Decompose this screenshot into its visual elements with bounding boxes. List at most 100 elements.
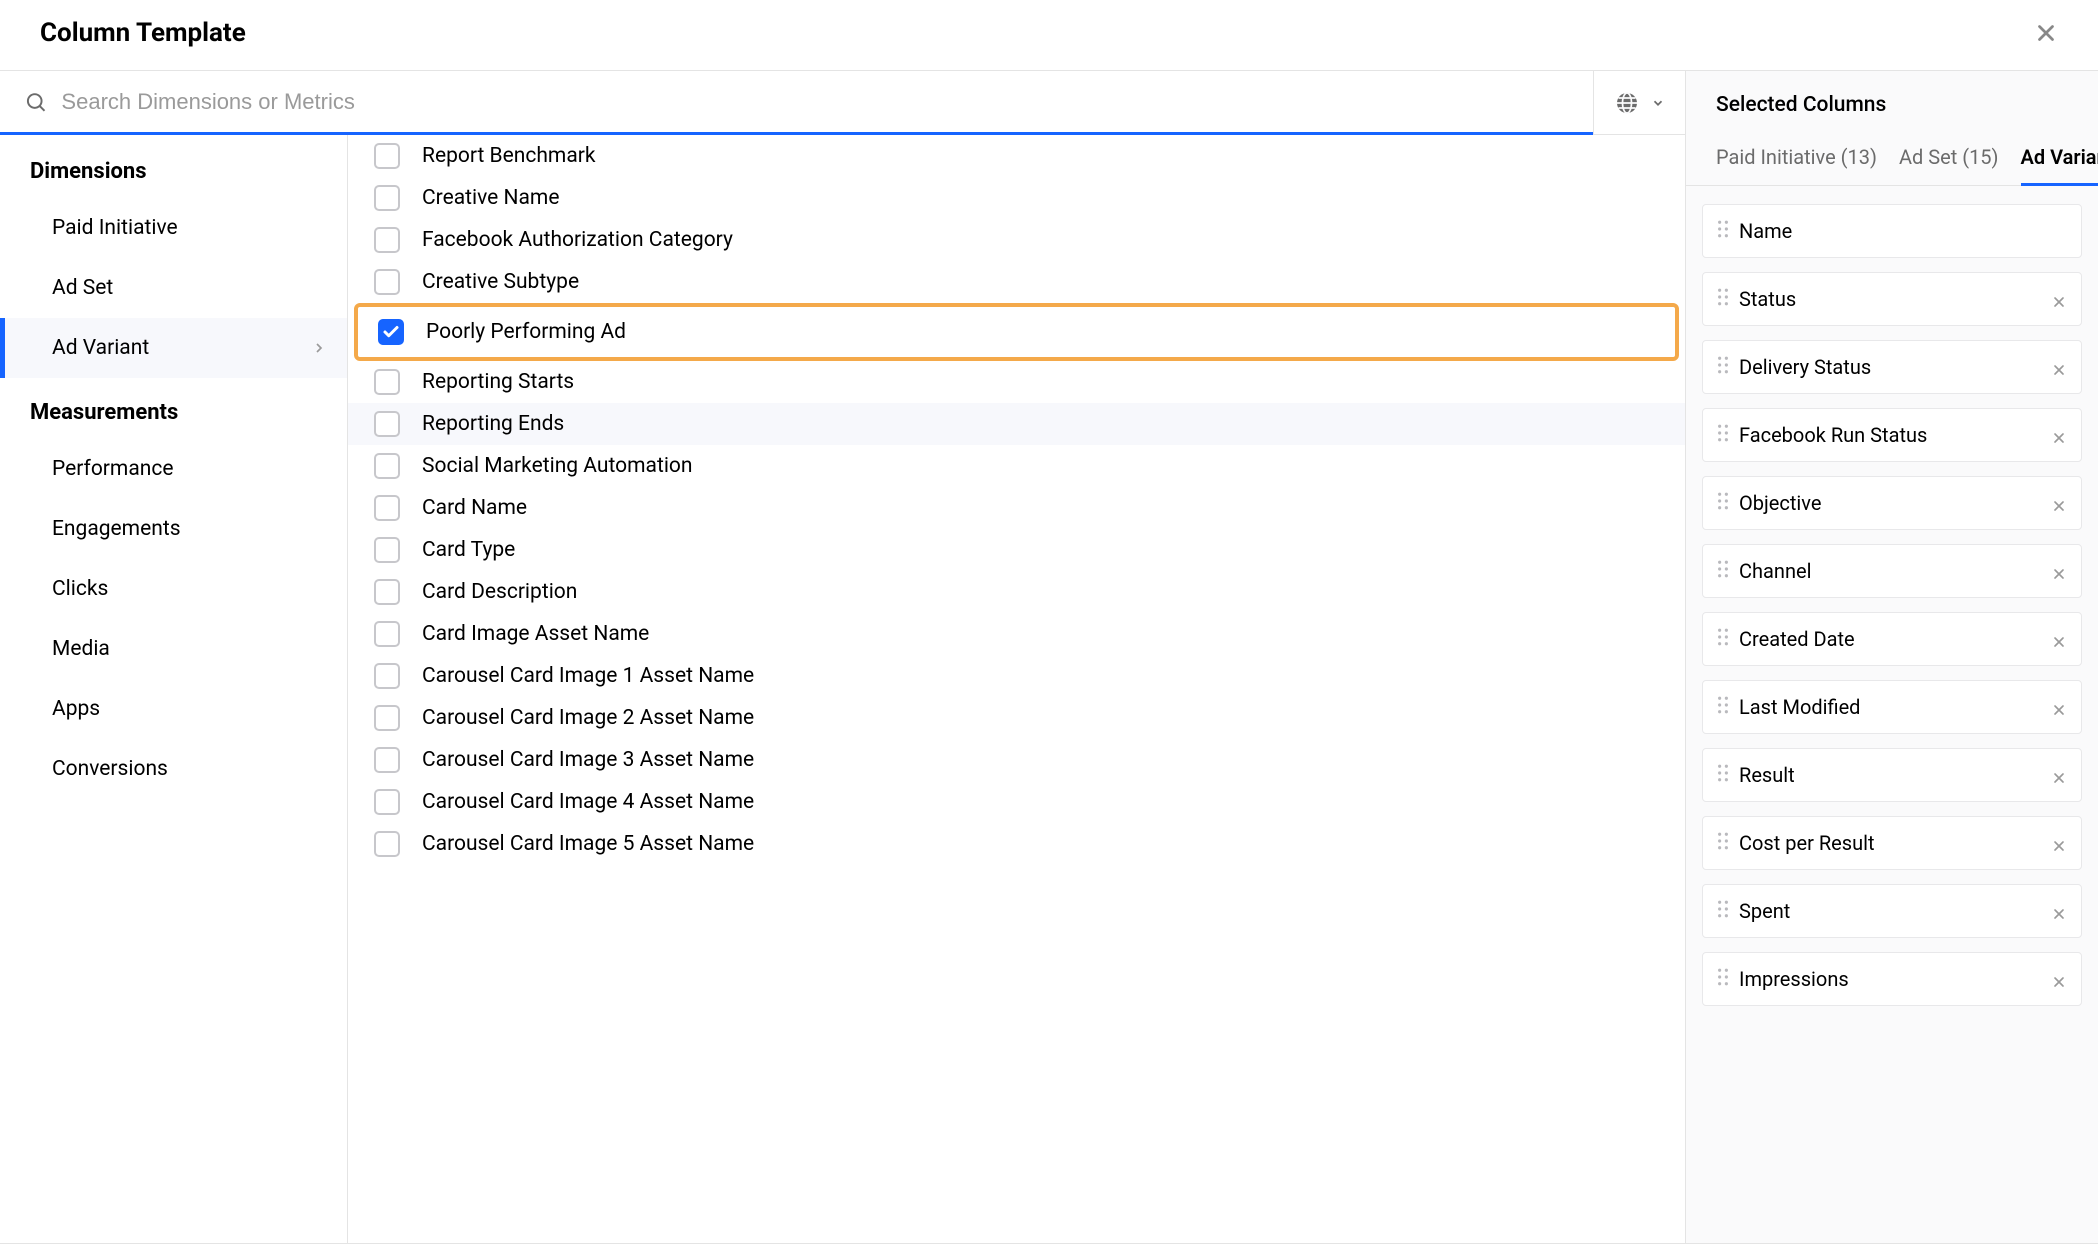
checkbox[interactable]	[374, 621, 400, 647]
checkbox[interactable]	[374, 369, 400, 395]
attribute-row[interactable]: Creative Subtype	[348, 261, 1685, 303]
search-input[interactable]	[61, 89, 1569, 115]
attribute-row[interactable]: Report Benchmark	[348, 135, 1685, 177]
checkbox[interactable]	[374, 537, 400, 563]
attribute-label: Carousel Card Image 3 Asset Name	[422, 748, 754, 772]
drag-handle-icon[interactable]	[1717, 763, 1729, 787]
attribute-row[interactable]: Poorly Performing Ad	[358, 307, 1675, 357]
remove-button[interactable]	[2051, 835, 2067, 851]
selected-column-item[interactable]: Impressions	[1702, 952, 2082, 1006]
attribute-label: Reporting Starts	[422, 370, 574, 394]
sidebar-item-measurement[interactable]: Conversions	[0, 739, 347, 799]
checkbox[interactable]	[374, 663, 400, 689]
attribute-label: Carousel Card Image 1 Asset Name	[422, 664, 754, 688]
attribute-row[interactable]: Carousel Card Image 3 Asset Name	[348, 739, 1685, 781]
checkbox[interactable]	[374, 747, 400, 773]
selected-tab[interactable]: Ad Set (15)	[1899, 145, 1999, 185]
sidebar-group-dimensions: Dimensions	[0, 149, 347, 198]
attribute-row[interactable]: Carousel Card Image 5 Asset Name	[348, 823, 1685, 865]
drag-handle-icon[interactable]	[1717, 491, 1729, 515]
selected-column-item[interactable]: Objective	[1702, 476, 2082, 530]
remove-button[interactable]	[2051, 767, 2067, 783]
attribute-row[interactable]: Carousel Card Image 4 Asset Name	[348, 781, 1685, 823]
remove-button[interactable]	[2051, 359, 2067, 375]
language-selector[interactable]	[1593, 71, 1685, 135]
checkbox[interactable]	[374, 227, 400, 253]
drag-handle-icon[interactable]	[1717, 219, 1729, 243]
remove-button[interactable]	[2051, 903, 2067, 919]
checkbox[interactable]	[374, 185, 400, 211]
checkbox[interactable]	[374, 789, 400, 815]
checkbox[interactable]	[374, 269, 400, 295]
attribute-row[interactable]: Carousel Card Image 2 Asset Name	[348, 697, 1685, 739]
checkbox[interactable]	[374, 705, 400, 731]
checkbox[interactable]	[378, 319, 404, 345]
checkbox[interactable]	[374, 579, 400, 605]
attribute-row[interactable]: Card Name	[348, 487, 1685, 529]
selected-column-item[interactable]: Status	[1702, 272, 2082, 326]
sidebar-item-measurement[interactable]: Clicks	[0, 559, 347, 619]
checkbox[interactable]	[374, 143, 400, 169]
attribute-row[interactable]: Reporting Ends	[348, 403, 1685, 445]
remove-button[interactable]	[2051, 971, 2067, 987]
checkbox[interactable]	[374, 495, 400, 521]
attribute-row[interactable]: Card Type	[348, 529, 1685, 571]
selected-column-item[interactable]: Facebook Run Status	[1702, 408, 2082, 462]
attribute-row[interactable]: Social Marketing Automation	[348, 445, 1685, 487]
sidebar-item-label: Performance	[52, 457, 173, 481]
remove-button[interactable]	[2051, 699, 2067, 715]
sidebar-item-measurement[interactable]: Apps	[0, 679, 347, 739]
drag-handle-icon[interactable]	[1717, 287, 1729, 311]
selected-column-item[interactable]: Channel	[1702, 544, 2082, 598]
attribute-row[interactable]: Facebook Authorization Category	[348, 219, 1685, 261]
checkbox[interactable]	[374, 831, 400, 857]
attribute-row[interactable]: Card Description	[348, 571, 1685, 613]
chevron-right-icon	[311, 340, 327, 356]
sidebar-item-dimension[interactable]: Paid Initiative	[0, 198, 347, 258]
sidebar-item-dimension[interactable]: Ad Variant	[0, 318, 347, 378]
drag-handle-icon[interactable]	[1717, 423, 1729, 447]
drag-handle-icon[interactable]	[1717, 831, 1729, 855]
remove-button[interactable]	[2051, 291, 2067, 307]
selected-columns-panel: Selected Columns Paid Initiative (13) Ad …	[1686, 71, 2098, 1243]
selected-columns-list[interactable]: Name Status Delivery Status Facebook Run St…	[1686, 186, 2098, 1243]
sidebar-item-label: Apps	[52, 697, 100, 721]
sidebar-group-measurements: Measurements	[0, 378, 347, 439]
selected-column-item[interactable]: Cost per Result	[1702, 816, 2082, 870]
close-button[interactable]	[2032, 19, 2060, 47]
sidebar-item-dimension[interactable]: Ad Set	[0, 258, 347, 318]
attribute-row[interactable]: Card Image Asset Name	[348, 613, 1685, 655]
selected-column-label: Objective	[1739, 491, 2041, 515]
search-field-wrap[interactable]	[0, 71, 1593, 135]
drag-handle-icon[interactable]	[1717, 355, 1729, 379]
remove-button[interactable]	[2051, 427, 2067, 443]
drag-handle-icon[interactable]	[1717, 627, 1729, 651]
drag-handle-icon[interactable]	[1717, 695, 1729, 719]
drag-handle-icon[interactable]	[1717, 967, 1729, 991]
remove-button[interactable]	[2051, 495, 2067, 511]
remove-button[interactable]	[2051, 563, 2067, 579]
attribute-label: Card Image Asset Name	[422, 622, 649, 646]
sidebar-item-measurement[interactable]: Engagements	[0, 499, 347, 559]
remove-button[interactable]	[2051, 631, 2067, 647]
drag-handle-icon[interactable]	[1717, 899, 1729, 923]
selected-column-item[interactable]: Spent	[1702, 884, 2082, 938]
sidebar-item-measurement[interactable]: Performance	[0, 439, 347, 499]
selected-column-item[interactable]: Created Date	[1702, 612, 2082, 666]
attribute-row[interactable]: Reporting Starts	[348, 361, 1685, 403]
attribute-row[interactable]: Creative Name	[348, 177, 1685, 219]
selected-column-item[interactable]: Result	[1702, 748, 2082, 802]
selected-column-item[interactable]: Last Modified	[1702, 680, 2082, 734]
selected-tab[interactable]: Ad Variant (13)	[2021, 145, 2098, 186]
checkbox[interactable]	[374, 453, 400, 479]
search-row	[0, 71, 1685, 135]
checkbox[interactable]	[374, 411, 400, 437]
selected-column-item[interactable]: Delivery Status	[1702, 340, 2082, 394]
selected-column-item[interactable]: Name	[1702, 204, 2082, 258]
sidebar-item-measurement[interactable]: Media	[0, 619, 347, 679]
drag-handle-icon[interactable]	[1717, 559, 1729, 583]
attribute-row[interactable]: Carousel Card Image 1 Asset Name	[348, 655, 1685, 697]
selected-tab[interactable]: Paid Initiative (13)	[1716, 145, 1877, 185]
attribute-list[interactable]: Report BenchmarkCreative NameFacebook Au…	[348, 135, 1685, 1243]
selected-columns-title: Selected Columns	[1686, 71, 2098, 117]
